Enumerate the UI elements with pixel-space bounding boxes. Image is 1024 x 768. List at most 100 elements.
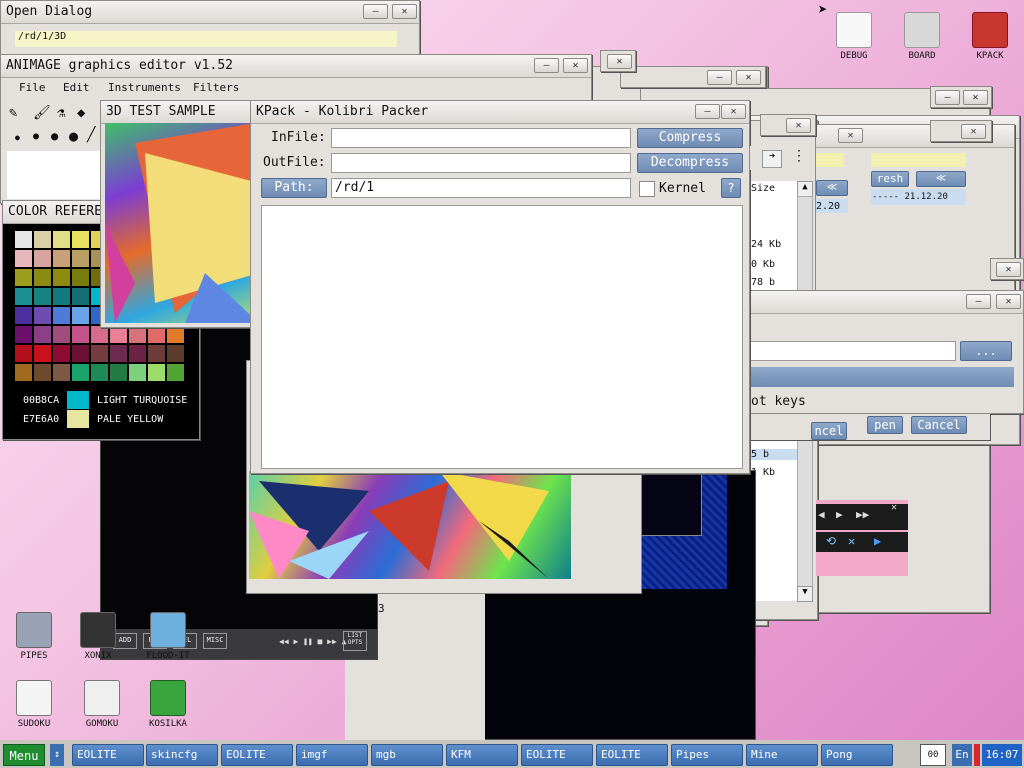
color-swatch[interactable] — [148, 345, 165, 362]
kernel-checkbox[interactable] — [639, 181, 655, 197]
color-swatch[interactable] — [34, 326, 51, 343]
color-swatch[interactable] — [129, 326, 146, 343]
mini-player-play-icon[interactable]: ▶ — [836, 508, 843, 521]
desktop-icon-flood-it[interactable]: FLOOD-IT — [136, 612, 200, 661]
mini-player-forward-icon[interactable]: ▶ — [874, 534, 881, 548]
menu-filters[interactable]: Filters — [193, 81, 239, 94]
color-swatch[interactable] — [167, 326, 184, 343]
desktop-icon-sudoku[interactable]: SUDOKU — [2, 680, 66, 729]
kfm-scroll-up-icon[interactable]: ▲ — [797, 181, 813, 197]
color-swatch[interactable] — [72, 250, 89, 267]
animage-canvas[interactable] — [7, 151, 107, 199]
right-window-close-button[interactable]: ✕ — [961, 124, 986, 139]
hotkeys-browse-button[interactable]: ... — [960, 341, 1012, 361]
color-swatch[interactable] — [15, 288, 32, 305]
dot-large-icon[interactable]: ● — [51, 129, 58, 143]
right-window-6-close-button[interactable]: ✕ — [996, 262, 1021, 277]
color-swatch[interactable] — [167, 364, 184, 381]
hotkeys-close-button[interactable]: ✕ — [996, 294, 1021, 309]
color-swatch[interactable] — [15, 307, 32, 324]
taskbar-num-field[interactable]: 00 — [920, 744, 946, 766]
outfile-field[interactable] — [331, 153, 631, 173]
desktop-icon-xonix[interactable]: XONIX — [66, 612, 130, 661]
color-swatch[interactable] — [110, 326, 127, 343]
hotkeys-path-field[interactable] — [746, 341, 956, 361]
color-swatch[interactable] — [72, 307, 89, 324]
mini-player-repeat-icon[interactable]: ⟲ — [826, 534, 836, 548]
taskbar-item-6[interactable]: KFM — [446, 744, 518, 766]
color-swatch[interactable] — [15, 345, 32, 362]
brush-icon[interactable]: 🖌 — [33, 105, 51, 121]
menu-file[interactable]: File — [19, 81, 46, 94]
taskbar-item-11[interactable]: Pong — [821, 744, 893, 766]
color-swatch[interactable] — [53, 231, 70, 248]
animage-close-button[interactable]: ✕ — [563, 58, 588, 73]
color-swatch[interactable] — [53, 269, 70, 286]
color-swatch[interactable] — [15, 326, 32, 343]
color-swatch[interactable] — [34, 250, 51, 267]
color-swatch[interactable] — [15, 364, 32, 381]
color-swatch[interactable] — [53, 250, 70, 267]
color-swatch[interactable] — [15, 250, 32, 267]
taskbar-item-7[interactable]: EOLITE — [521, 744, 593, 766]
right-window-5-close-button[interactable]: ✕ — [607, 54, 632, 69]
lang-indicator[interactable]: En — [952, 744, 972, 766]
desktop-icon-kpack[interactable]: KPACK — [958, 12, 1022, 61]
open-dialog-path-field[interactable]: /rd/1/3D — [15, 31, 397, 47]
color-swatch[interactable] — [34, 345, 51, 362]
kpack-min-button[interactable]: — — [695, 104, 720, 119]
right-window-4-close-button[interactable]: ✕ — [736, 70, 761, 85]
color-swatch[interactable] — [110, 345, 127, 362]
hotkeys-min-button[interactable]: — — [966, 294, 991, 309]
taskbar-item-5[interactable]: mgb — [371, 744, 443, 766]
right-window-2-min-button[interactable]: — — [935, 90, 960, 105]
menu-instruments[interactable]: Instruments — [108, 81, 181, 94]
kfm-forward-icon[interactable]: ➜ — [762, 150, 782, 168]
eolite-close-button[interactable]: ✕ — [838, 128, 863, 143]
mini-player-shuffle-icon[interactable]: ✕ — [848, 534, 855, 548]
taskbar-item-4[interactable]: imgf — [296, 744, 368, 766]
color-swatch[interactable] — [91, 364, 108, 381]
color-swatch[interactable] — [34, 231, 51, 248]
menu-button[interactable]: Menu — [3, 744, 45, 766]
pencil-icon[interactable]: ✎ — [9, 105, 17, 121]
mini-player-next-icon[interactable]: ▶▶ — [856, 508, 869, 521]
animage-min-button[interactable]: — — [534, 58, 559, 73]
right-window-4-min-button[interactable]: — — [707, 70, 732, 85]
color-swatch[interactable] — [15, 269, 32, 286]
kfm-more-icon[interactable]: ⋮ — [792, 148, 806, 164]
taskbar-item-1[interactable]: EOLITE — [72, 744, 144, 766]
dot-medium-icon[interactable]: ● — [33, 131, 39, 142]
desktop-icon-pipes[interactable]: PIPES — [2, 612, 66, 661]
color-swatch[interactable] — [148, 326, 165, 343]
taskbar-item-2[interactable]: skincfg — [146, 744, 218, 766]
color-swatch[interactable] — [72, 231, 89, 248]
kfm-cancel-button[interactable]: ncel — [811, 422, 847, 440]
path-field[interactable]: /rd/1 — [331, 178, 631, 198]
help-button[interactable]: ? — [721, 178, 741, 198]
line-tool-icon[interactable]: ╱ — [87, 127, 95, 143]
decompress-button[interactable]: Decompress — [637, 153, 743, 173]
eolite-up-button-2[interactable]: ≪ — [816, 180, 848, 196]
desktop-icon-debug[interactable]: DEBUG — [822, 12, 886, 61]
desktop-icon-gomoku[interactable]: GOMOKU — [70, 680, 134, 729]
kpack-close-button[interactable]: ✕ — [721, 104, 746, 119]
color-swatch[interactable] — [34, 288, 51, 305]
color-swatch[interactable] — [167, 345, 184, 362]
right-window-2-close-button[interactable]: ✕ — [963, 90, 988, 105]
color-swatch[interactable] — [34, 307, 51, 324]
spray-icon[interactable]: ⚗ — [57, 105, 65, 121]
color-swatch[interactable] — [53, 326, 70, 343]
color-swatch[interactable] — [72, 345, 89, 362]
color-swatch[interactable] — [72, 326, 89, 343]
kfm-size-header[interactable]: Size — [751, 183, 775, 194]
color-swatch[interactable] — [72, 269, 89, 286]
color-swatch[interactable] — [129, 364, 146, 381]
taskbar-arrows-icon[interactable]: ↕ — [50, 744, 64, 766]
dot-xlarge-icon[interactable]: ● — [69, 127, 78, 145]
cancel-button[interactable]: Cancel — [911, 416, 967, 434]
compress-button[interactable]: Compress — [637, 128, 743, 148]
path-button[interactable]: Path: — [261, 178, 327, 198]
color-swatch[interactable] — [53, 364, 70, 381]
open-button[interactable]: pen — [867, 416, 903, 434]
